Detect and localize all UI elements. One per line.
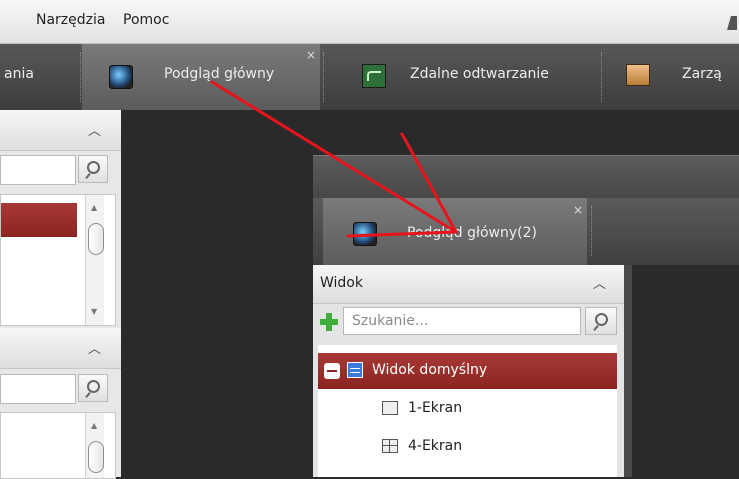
quad-screen-icon xyxy=(382,439,398,453)
popup-window: Podgląd główny(2) × Widok ︿ Szukanie... xyxy=(313,155,739,477)
search-input[interactable] xyxy=(0,374,76,404)
add-icon[interactable] xyxy=(320,313,338,331)
section-header[interactable]: ︿ xyxy=(0,328,121,369)
tree-item-1-screen[interactable]: 1-Ekran xyxy=(318,391,617,427)
popup-video-area[interactable] xyxy=(624,265,739,477)
menu-item-tools[interactable]: Narzędzia xyxy=(36,12,105,28)
chevron-up-icon[interactable]: ︿ xyxy=(88,120,101,139)
menu-item-help[interactable]: Pomoc xyxy=(123,12,169,28)
device-list[interactable]: ▲ xyxy=(0,412,116,479)
popup-tab-main-view[interactable]: Podgląd główny(2) × xyxy=(323,198,587,265)
section-header[interactable]: ︿ xyxy=(0,110,121,151)
view-search-button[interactable] xyxy=(585,307,617,335)
collapse-icon[interactable] xyxy=(324,363,340,379)
search-input[interactable] xyxy=(0,155,76,185)
app-logo-icon xyxy=(727,16,737,30)
playback-icon xyxy=(362,64,386,88)
list-item-selected[interactable] xyxy=(1,203,77,237)
monitor-icon xyxy=(353,222,377,246)
tree-item-label: 4-Ekran xyxy=(408,438,463,454)
scrollbar[interactable]: ▲ xyxy=(85,413,104,478)
tab-divider xyxy=(601,52,602,102)
search-button[interactable] xyxy=(78,374,108,402)
view-search-input[interactable]: Szukanie... xyxy=(343,307,581,335)
tab-divider xyxy=(591,206,592,256)
management-icon xyxy=(626,64,650,86)
menu-bar: Narzędzia Pomoc xyxy=(0,0,739,44)
scrollbar[interactable]: ▲ ▼ xyxy=(85,195,104,325)
scroll-thumb[interactable] xyxy=(88,223,104,255)
tab-main-view[interactable]: Podgląd główny × xyxy=(82,44,320,110)
tab-management-partial[interactable]: Zarzą xyxy=(682,66,722,82)
close-icon[interactable]: × xyxy=(306,48,316,62)
scroll-thumb[interactable] xyxy=(88,441,104,473)
tree-item-default-view[interactable]: Widok domyślny xyxy=(318,353,617,389)
tab-remote-playback[interactable]: Zdalne odtwarzanie xyxy=(410,66,549,82)
tab-partial-left[interactable]: ania xyxy=(4,66,34,82)
view-section-title: Widok xyxy=(320,275,363,291)
close-icon[interactable]: × xyxy=(573,203,583,217)
tab-main-view-label: Podgląd główny xyxy=(164,66,275,82)
main-tab-bar: ania Podgląd główny × Zdalne odtwarzanie… xyxy=(0,44,739,110)
device-list[interactable]: ▲ ▼ xyxy=(0,194,116,326)
left-panel: ︿ ▲ ▼ ︿ ▲ xyxy=(0,110,121,479)
search-placeholder: Szukanie... xyxy=(352,313,429,329)
tree-item-label: 1-Ekran xyxy=(408,400,463,416)
tree-item-4-screen[interactable]: 4-Ekran xyxy=(318,429,617,465)
chevron-up-icon[interactable]: ︿ xyxy=(593,273,606,292)
tree-item-label: Widok domyślny xyxy=(372,362,488,378)
chevron-up-icon[interactable]: ︿ xyxy=(88,338,101,357)
scroll-down-icon[interactable]: ▼ xyxy=(91,307,97,316)
scroll-up-icon[interactable]: ▲ xyxy=(91,421,97,430)
view-grid-icon xyxy=(347,362,363,378)
view-panel: Widok ︿ Szukanie... Widok domyślny 1-Ekr… xyxy=(313,265,624,477)
popup-title-bar[interactable] xyxy=(313,155,739,199)
tab-divider xyxy=(323,52,324,102)
tab-divider xyxy=(80,52,81,102)
scroll-up-icon[interactable]: ▲ xyxy=(91,203,97,212)
monitor-icon xyxy=(109,65,133,89)
view-section-header[interactable]: Widok ︿ xyxy=(313,265,624,304)
single-screen-icon xyxy=(382,401,398,415)
popup-tab-label: Podgląd główny(2) xyxy=(407,225,537,241)
search-button[interactable] xyxy=(78,155,108,183)
popup-tab-bar: Podgląd główny(2) × xyxy=(313,198,739,265)
